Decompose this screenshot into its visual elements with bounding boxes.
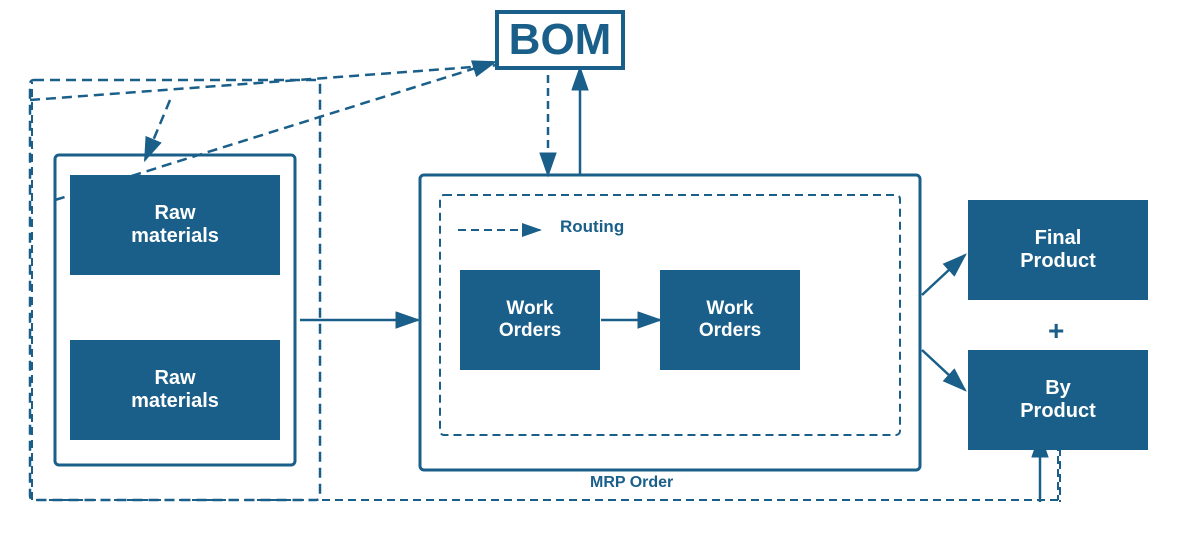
plus-label: +	[1048, 315, 1064, 347]
bom-box: BOM	[495, 10, 625, 70]
work-orders-box-1: Work Orders	[460, 270, 600, 370]
raw-materials-box-1: Raw materials	[70, 175, 280, 275]
arrow-mrp-to-final	[922, 255, 965, 295]
work-orders-2-label: Work Orders	[699, 298, 761, 342]
raw-materials-2-label: Raw materials	[131, 367, 219, 413]
diagram-container: BOM Raw materials Raw materials Routing …	[0, 0, 1200, 548]
work-orders-box-2: Work Orders	[660, 270, 800, 370]
raw-materials-1-label: Raw materials	[131, 202, 219, 248]
mrp-order-label: MRP Order	[590, 474, 673, 492]
by-product-label: By Product	[1020, 377, 1096, 423]
raw-materials-box-2: Raw materials	[70, 340, 280, 440]
dashed-arrow-to-raw	[145, 100, 170, 160]
routing-label: Routing	[560, 217, 624, 237]
final-product-label: Final Product	[1020, 227, 1096, 273]
work-orders-1-label: Work Orders	[499, 298, 561, 342]
bom-label: BOM	[509, 15, 612, 65]
by-product-box: By Product	[968, 350, 1148, 450]
arrow-mrp-to-by	[922, 350, 965, 390]
final-product-box: Final Product	[968, 200, 1148, 300]
